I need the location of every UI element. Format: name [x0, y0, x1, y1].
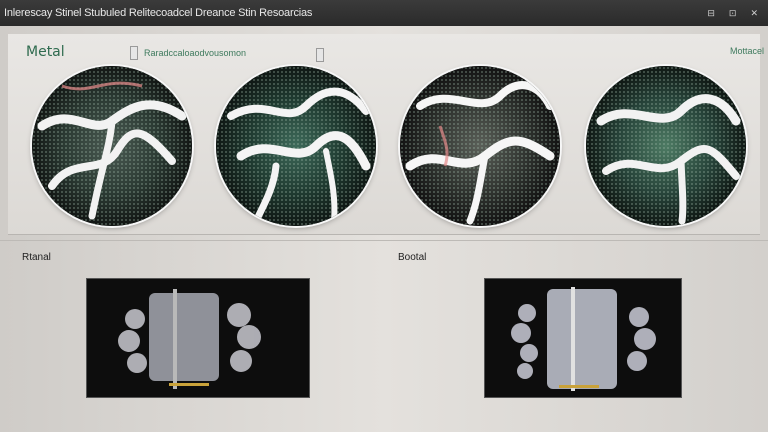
preview-image-right — [485, 279, 681, 397]
texture-pattern-3 — [400, 66, 560, 226]
panel-subtitle: Raradccaloaodvousomon — [144, 48, 247, 58]
marker-left — [130, 46, 138, 60]
bottom-left-label: Rtanal — [22, 252, 51, 263]
preview-frame-left[interactable] — [86, 278, 310, 398]
bottom-right-label: Bootal — [398, 252, 427, 263]
window-controls: ⊟ ⊡ ✕ — [707, 0, 758, 26]
texture-circle-4[interactable] — [586, 66, 746, 226]
panel-right-label: Mottacel — [730, 46, 765, 56]
texture-pattern-4 — [586, 66, 746, 226]
maximize-icon[interactable]: ⊡ — [729, 0, 737, 26]
texture-pattern-1 — [32, 66, 192, 226]
title-bar: Inlerescay Stinel Stubuled Relitecoadcel… — [0, 0, 768, 26]
section-divider — [0, 240, 768, 241]
close-icon[interactable]: ✕ — [750, 0, 758, 26]
texture-circle-2[interactable] — [216, 66, 376, 226]
texture-circle-3[interactable] — [400, 66, 560, 226]
preview-image-left — [87, 279, 309, 397]
texture-circle-1[interactable] — [32, 66, 192, 226]
top-panel: Metal Raradccaloaodvousomon Mottacel — [8, 34, 764, 235]
minimize-icon[interactable]: ⊟ — [707, 0, 715, 26]
preview-frame-right[interactable] — [484, 278, 682, 398]
main-content: Metal Raradccaloaodvousomon Mottacel Rta… — [0, 26, 768, 432]
texture-pattern-2 — [216, 66, 376, 226]
window-title: Inlerescay Stinel Stubuled Relitecoadcel… — [4, 7, 313, 19]
panel-title: Metal — [26, 44, 65, 60]
marker-right — [316, 48, 324, 62]
